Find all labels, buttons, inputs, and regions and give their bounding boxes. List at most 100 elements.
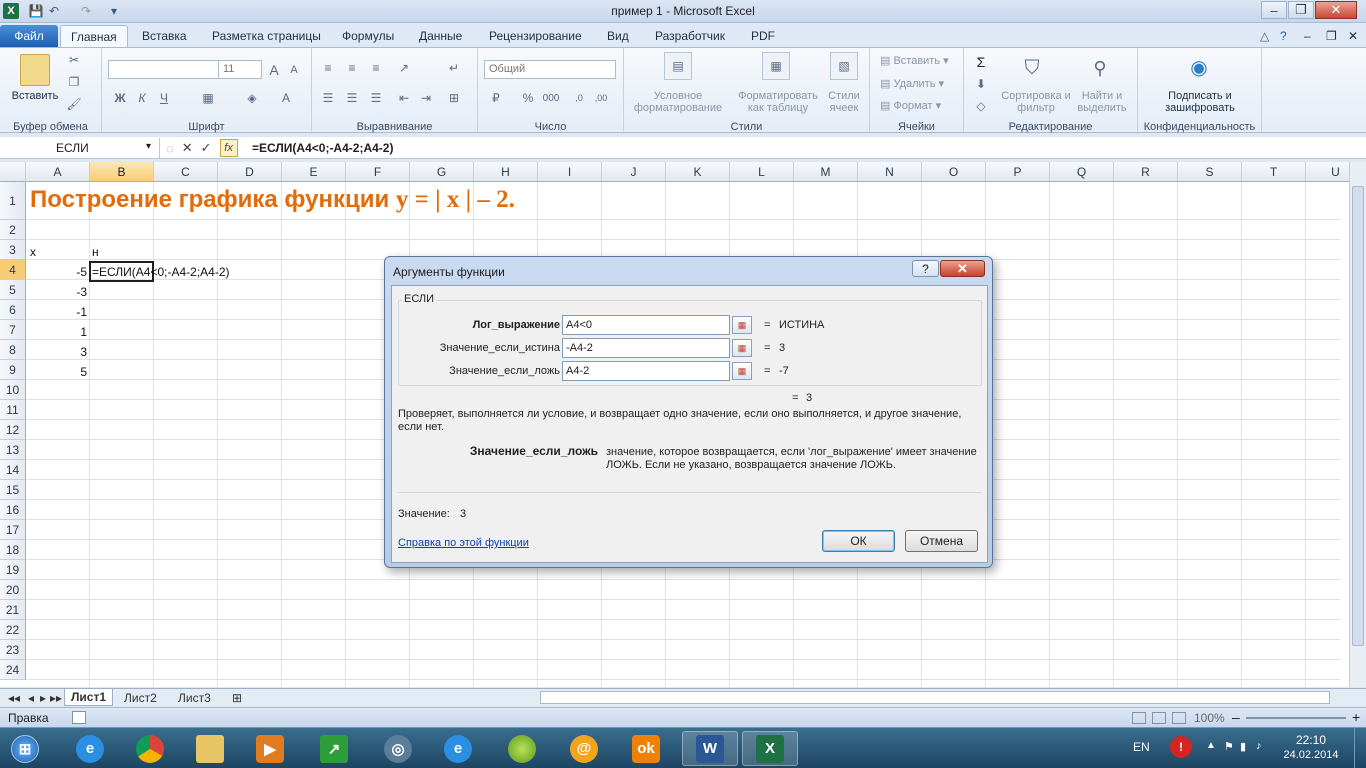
row-header-18[interactable]: 18 bbox=[0, 540, 26, 560]
column-header-j[interactable]: J bbox=[602, 162, 666, 182]
row-header-6[interactable]: 6 bbox=[0, 300, 26, 320]
italic-icon[interactable]: К bbox=[134, 90, 150, 106]
collapse-dialog-icon[interactable]: ▦ bbox=[732, 339, 752, 357]
align-center-icon[interactable]: ☰ bbox=[344, 90, 360, 106]
vertical-scroll-thumb[interactable] bbox=[1352, 186, 1364, 646]
name-box-dropdown-icon[interactable]: ▾ bbox=[146, 141, 151, 152]
page-layout-view-icon[interactable] bbox=[1152, 712, 1166, 724]
column-header-c[interactable]: C bbox=[154, 162, 218, 182]
cell-a5[interactable]: -3 bbox=[30, 285, 87, 299]
row-header-4[interactable]: 4 bbox=[0, 260, 26, 280]
row-header-13[interactable]: 13 bbox=[0, 440, 26, 460]
column-header-f[interactable]: F bbox=[346, 162, 410, 182]
zoom-out-icon[interactable]: – bbox=[1232, 709, 1240, 725]
row-header-14[interactable]: 14 bbox=[0, 460, 26, 480]
taskbar-chart-app[interactable]: ↗ bbox=[308, 731, 360, 766]
taskbar-chrome[interactable] bbox=[124, 731, 176, 766]
horizontal-scrollbar[interactable] bbox=[540, 691, 1330, 704]
column-header-l[interactable]: L bbox=[730, 162, 794, 182]
doc-minimize-icon[interactable]: – bbox=[1300, 25, 1315, 47]
tab-developer[interactable]: Разработчик bbox=[645, 25, 735, 47]
vertical-scrollbar[interactable] bbox=[1349, 162, 1366, 687]
formula-input[interactable]: =ЕСЛИ(A4<0;-A4-2;A4-2) bbox=[252, 141, 393, 155]
sheet-title-cell[interactable]: Построение графика функции y = | x | – 2… bbox=[30, 186, 515, 214]
taskbar-explorer[interactable] bbox=[184, 731, 236, 766]
column-header-p[interactable]: P bbox=[986, 162, 1050, 182]
row-header-7[interactable]: 7 bbox=[0, 320, 26, 340]
taskbar-ball[interactable] bbox=[496, 731, 548, 766]
column-header-g[interactable]: G bbox=[410, 162, 474, 182]
row-header-1[interactable]: 1 bbox=[0, 182, 26, 220]
sign-encrypt-icon[interactable]: ◉ bbox=[1184, 52, 1214, 82]
shrink-font-icon[interactable]: A bbox=[286, 62, 302, 78]
sheet-tab-list3[interactable]: Лист3 bbox=[172, 689, 217, 706]
tab-home[interactable]: Главная bbox=[60, 25, 128, 47]
tab-formulas[interactable]: Формулы bbox=[332, 25, 404, 47]
tray-flag-icon[interactable]: ⚑ bbox=[1224, 740, 1234, 753]
cell-b3[interactable]: н bbox=[92, 245, 99, 259]
cell-a3[interactable]: x bbox=[30, 245, 36, 259]
currency-icon[interactable]: ₽ bbox=[488, 90, 504, 106]
font-color-icon[interactable]: A bbox=[278, 90, 294, 106]
format-painter-icon[interactable]: 🖌 bbox=[66, 96, 82, 112]
format-table-icon[interactable]: ▦ bbox=[762, 52, 790, 80]
row-header-21[interactable]: 21 bbox=[0, 600, 26, 620]
format-cells-button[interactable]: ▤ Формат ▾ bbox=[880, 100, 960, 112]
row-header-24[interactable]: 24 bbox=[0, 660, 26, 680]
column-header-e[interactable]: E bbox=[282, 162, 346, 182]
close-window-button[interactable]: ✕ bbox=[1315, 1, 1357, 19]
zoom-level[interactable]: 100% bbox=[1194, 711, 1225, 725]
fill-icon[interactable]: ⬇ bbox=[972, 76, 990, 92]
tab-pdf[interactable]: PDF bbox=[741, 25, 785, 47]
borders-icon[interactable]: ▦ bbox=[200, 90, 216, 106]
select-all-corner[interactable] bbox=[0, 162, 26, 182]
tab-page-layout[interactable]: Разметка страницы bbox=[202, 25, 331, 47]
clock-time[interactable]: 22:10 bbox=[1276, 733, 1346, 747]
column-header-h[interactable]: H bbox=[474, 162, 538, 182]
align-top-icon[interactable]: ≡ bbox=[320, 60, 336, 76]
row-header-12[interactable]: 12 bbox=[0, 420, 26, 440]
tab-insert[interactable]: Вставка bbox=[132, 25, 197, 47]
column-header-q[interactable]: Q bbox=[1050, 162, 1114, 182]
taskbar-ok[interactable]: ok bbox=[620, 731, 672, 766]
row-header-23[interactable]: 23 bbox=[0, 640, 26, 660]
align-bottom-icon[interactable]: ≡ bbox=[368, 60, 384, 76]
clock-date[interactable]: 24.02.2014 bbox=[1276, 749, 1346, 761]
grow-font-icon[interactable]: A bbox=[266, 62, 282, 78]
column-header-i[interactable]: I bbox=[538, 162, 602, 182]
row-header-3[interactable]: 3 bbox=[0, 240, 26, 260]
increase-decimal-icon[interactable]: ,0 bbox=[570, 90, 588, 106]
sort-filter-icon[interactable]: ⛉ bbox=[1018, 54, 1046, 82]
start-button[interactable]: ⊞ bbox=[2, 731, 48, 766]
column-header-m[interactable]: M bbox=[794, 162, 858, 182]
row-header-2[interactable]: 2 bbox=[0, 220, 26, 240]
column-header-o[interactable]: O bbox=[922, 162, 986, 182]
language-indicator[interactable]: EN bbox=[1133, 740, 1150, 754]
row-header-11[interactable]: 11 bbox=[0, 400, 26, 420]
number-format-combo[interactable]: Общий bbox=[484, 60, 616, 79]
taskbar-ie[interactable]: e bbox=[64, 731, 116, 766]
arg-input-true[interactable]: -A4-2 bbox=[562, 338, 730, 358]
row-header-15[interactable]: 15 bbox=[0, 480, 26, 500]
row-header-22[interactable]: 22 bbox=[0, 620, 26, 640]
cell-a7[interactable]: 1 bbox=[30, 325, 87, 339]
cell-styles-icon[interactable]: ▧ bbox=[830, 52, 858, 80]
cell-a4[interactable]: -5 bbox=[30, 265, 87, 279]
column-header-d[interactable]: D bbox=[218, 162, 282, 182]
row-header-20[interactable]: 20 bbox=[0, 580, 26, 600]
row-header-17[interactable]: 17 bbox=[0, 520, 26, 540]
dialog-close-button[interactable]: ✕ bbox=[940, 260, 985, 277]
sheet-tab-list2[interactable]: Лист2 bbox=[118, 689, 163, 706]
row-header-16[interactable]: 16 bbox=[0, 500, 26, 520]
column-header-a[interactable]: A bbox=[26, 162, 90, 182]
taskbar-media[interactable]: ▶ bbox=[244, 731, 296, 766]
cell-a6[interactable]: -1 bbox=[30, 305, 87, 319]
row-header-9[interactable]: 9 bbox=[0, 360, 26, 380]
ribbon-minimize-icon[interactable]: △ bbox=[1256, 25, 1273, 47]
cell-a9[interactable]: 5 bbox=[30, 365, 87, 379]
copy-icon[interactable]: ❐ bbox=[66, 74, 82, 90]
taskbar-ie2[interactable]: e bbox=[432, 731, 484, 766]
sheet-tab-list1[interactable]: Лист1 bbox=[64, 689, 114, 706]
paste-button[interactable]: Вставить bbox=[2, 90, 68, 102]
arg-input-false[interactable]: A4-2 bbox=[562, 361, 730, 381]
